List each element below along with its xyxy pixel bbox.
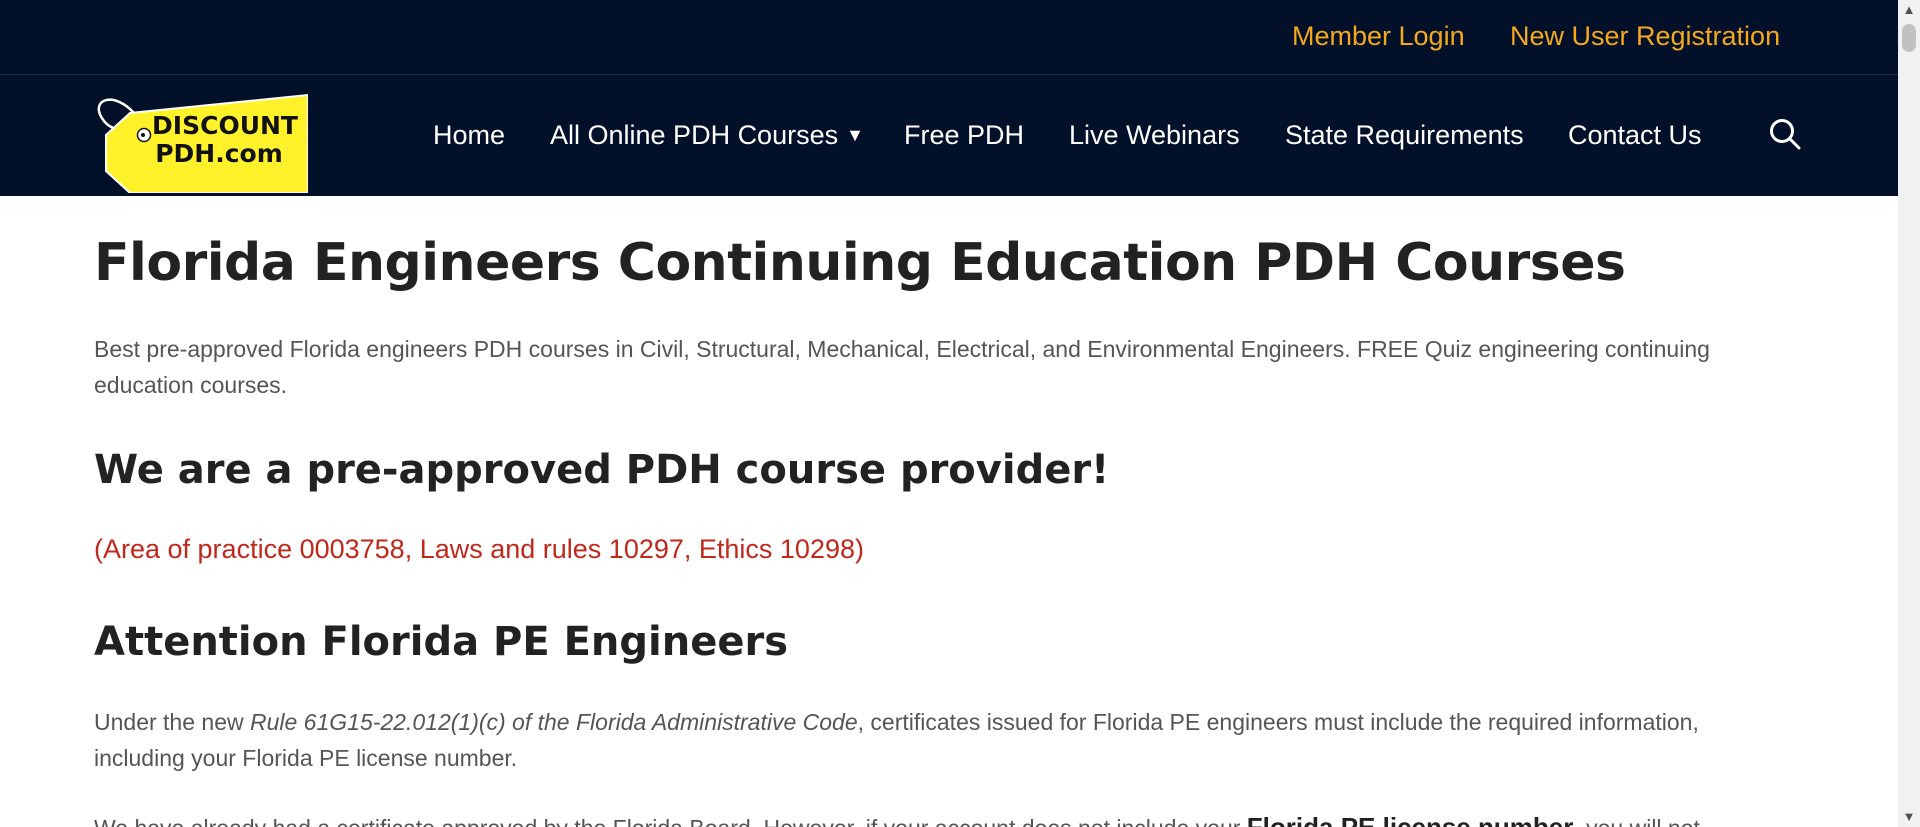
intro-paragraph: Best pre-approved Florida engineers PDH …	[94, 336, 1710, 398]
page-title: Florida Engineers Continuing Education P…	[94, 233, 1626, 293]
main-navigation: DISCOUNT PDH.com Home All Online PDH Cou…	[0, 75, 1898, 196]
scroll-down-arrow-icon[interactable]: ▼	[1898, 807, 1920, 827]
nav-free-pdh[interactable]: Free PDH	[904, 118, 1024, 152]
provider-heading: We are a pre-approved PDH course provide…	[94, 447, 1110, 493]
partially-visible-paragraph: We have already had a certificate approv…	[94, 809, 1700, 827]
nav-state-requirements[interactable]: State Requirements	[1285, 118, 1524, 152]
logo-text-discount: DISCOUNT	[152, 111, 298, 140]
site-logo[interactable]: DISCOUNT PDH.com	[94, 91, 308, 193]
nav-all-online-pdh-courses[interactable]: All Online PDH Courses ▼	[550, 118, 864, 152]
nav-all-online-pdh-courses-label: All Online PDH Courses	[550, 120, 839, 150]
rule-paragraph: Under the new Rule 61G15-22.012(1)(c) of…	[94, 704, 1794, 776]
page: Member Login New User Registration DISCO…	[0, 0, 1898, 827]
nav-live-webinars[interactable]: Live Webinars	[1069, 118, 1240, 152]
vertical-scrollbar[interactable]: ▲ ▼	[1898, 0, 1920, 827]
member-login-link[interactable]: Member Login	[1292, 19, 1465, 53]
cut-off-text: We have already had a certificate approv…	[94, 815, 1240, 827]
nav-home[interactable]: Home	[433, 118, 505, 152]
scroll-thumb[interactable]	[1902, 24, 1916, 52]
rule-prefix: Under the new	[94, 709, 250, 735]
top-utility-bar: Member Login New User Registration	[0, 0, 1898, 75]
caret-down-icon: ▼	[846, 125, 864, 145]
logo-text-pdh: PDH.com	[155, 139, 283, 168]
cut-off-tail: , you will not	[1573, 815, 1700, 827]
attention-heading: Attention Florida PE Engineers	[94, 619, 789, 665]
nav-contact-us[interactable]: Contact Us	[1568, 118, 1702, 152]
scroll-up-arrow-icon[interactable]: ▲	[1898, 0, 1920, 20]
rule-reference: Rule 61G15-22.012(1)(c) of the Florida A…	[249, 709, 858, 735]
cut-off-bold: Florida PE license number	[1246, 812, 1574, 827]
search-icon[interactable]	[1768, 117, 1802, 151]
new-user-registration-link[interactable]: New User Registration	[1510, 19, 1780, 53]
approval-numbers: (Area of practice 0003758, Laws and rule…	[94, 534, 864, 564]
